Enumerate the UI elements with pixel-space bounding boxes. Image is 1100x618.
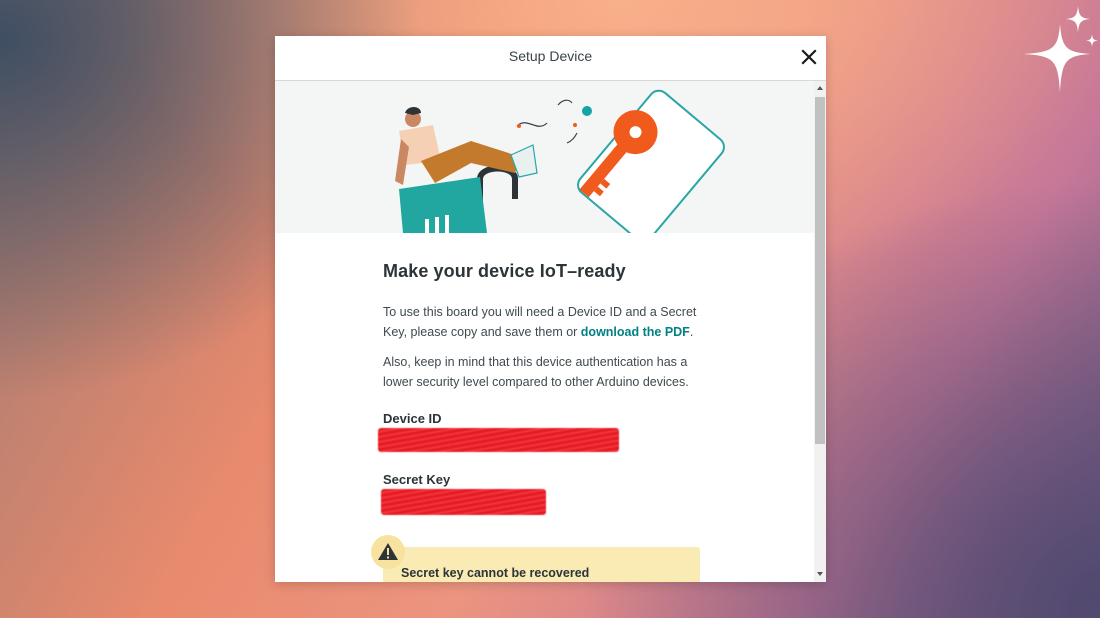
scrollbar-thumb[interactable] xyxy=(815,97,825,444)
close-button[interactable] xyxy=(798,46,820,68)
close-icon xyxy=(801,49,817,65)
hero-illustration xyxy=(275,81,814,243)
warning-icon xyxy=(378,543,398,560)
page-heading: Make your device IoT–ready xyxy=(383,261,626,281)
content: Make your device IoT–ready To use this b… xyxy=(383,261,713,392)
download-pdf-link[interactable]: download the PDF xyxy=(581,325,690,339)
instructions-end: . xyxy=(689,325,694,339)
dialog-header: Setup Device xyxy=(275,36,826,81)
warning-text: Secret key cannot be recovered xyxy=(401,566,590,580)
sparkle-icon xyxy=(1024,6,1098,92)
scroll-down-arrow-icon[interactable] xyxy=(817,572,823,576)
person-with-key-illustration xyxy=(395,89,725,243)
dialog-title: Setup Device xyxy=(508,48,593,64)
dialog-body: Make your device IoT–ready To use this b… xyxy=(275,81,814,582)
security-note-paragraph: Also, keep in mind that this device auth… xyxy=(383,355,689,389)
device-id-label: Device ID xyxy=(383,411,442,426)
warning-icon-badge xyxy=(371,535,405,569)
scroll-up-arrow-icon[interactable] xyxy=(817,86,823,90)
secret-key-value-redacted xyxy=(381,489,546,515)
device-id-value-redacted xyxy=(378,428,619,452)
dialog-scrollbar[interactable] xyxy=(814,81,826,582)
setup-device-dialog: Setup Device Make your device IoT–ready … xyxy=(275,36,826,582)
instructions-paragraph: To use this board you will need a Device… xyxy=(383,302,713,342)
secret-key-label: Secret Key xyxy=(383,472,451,487)
